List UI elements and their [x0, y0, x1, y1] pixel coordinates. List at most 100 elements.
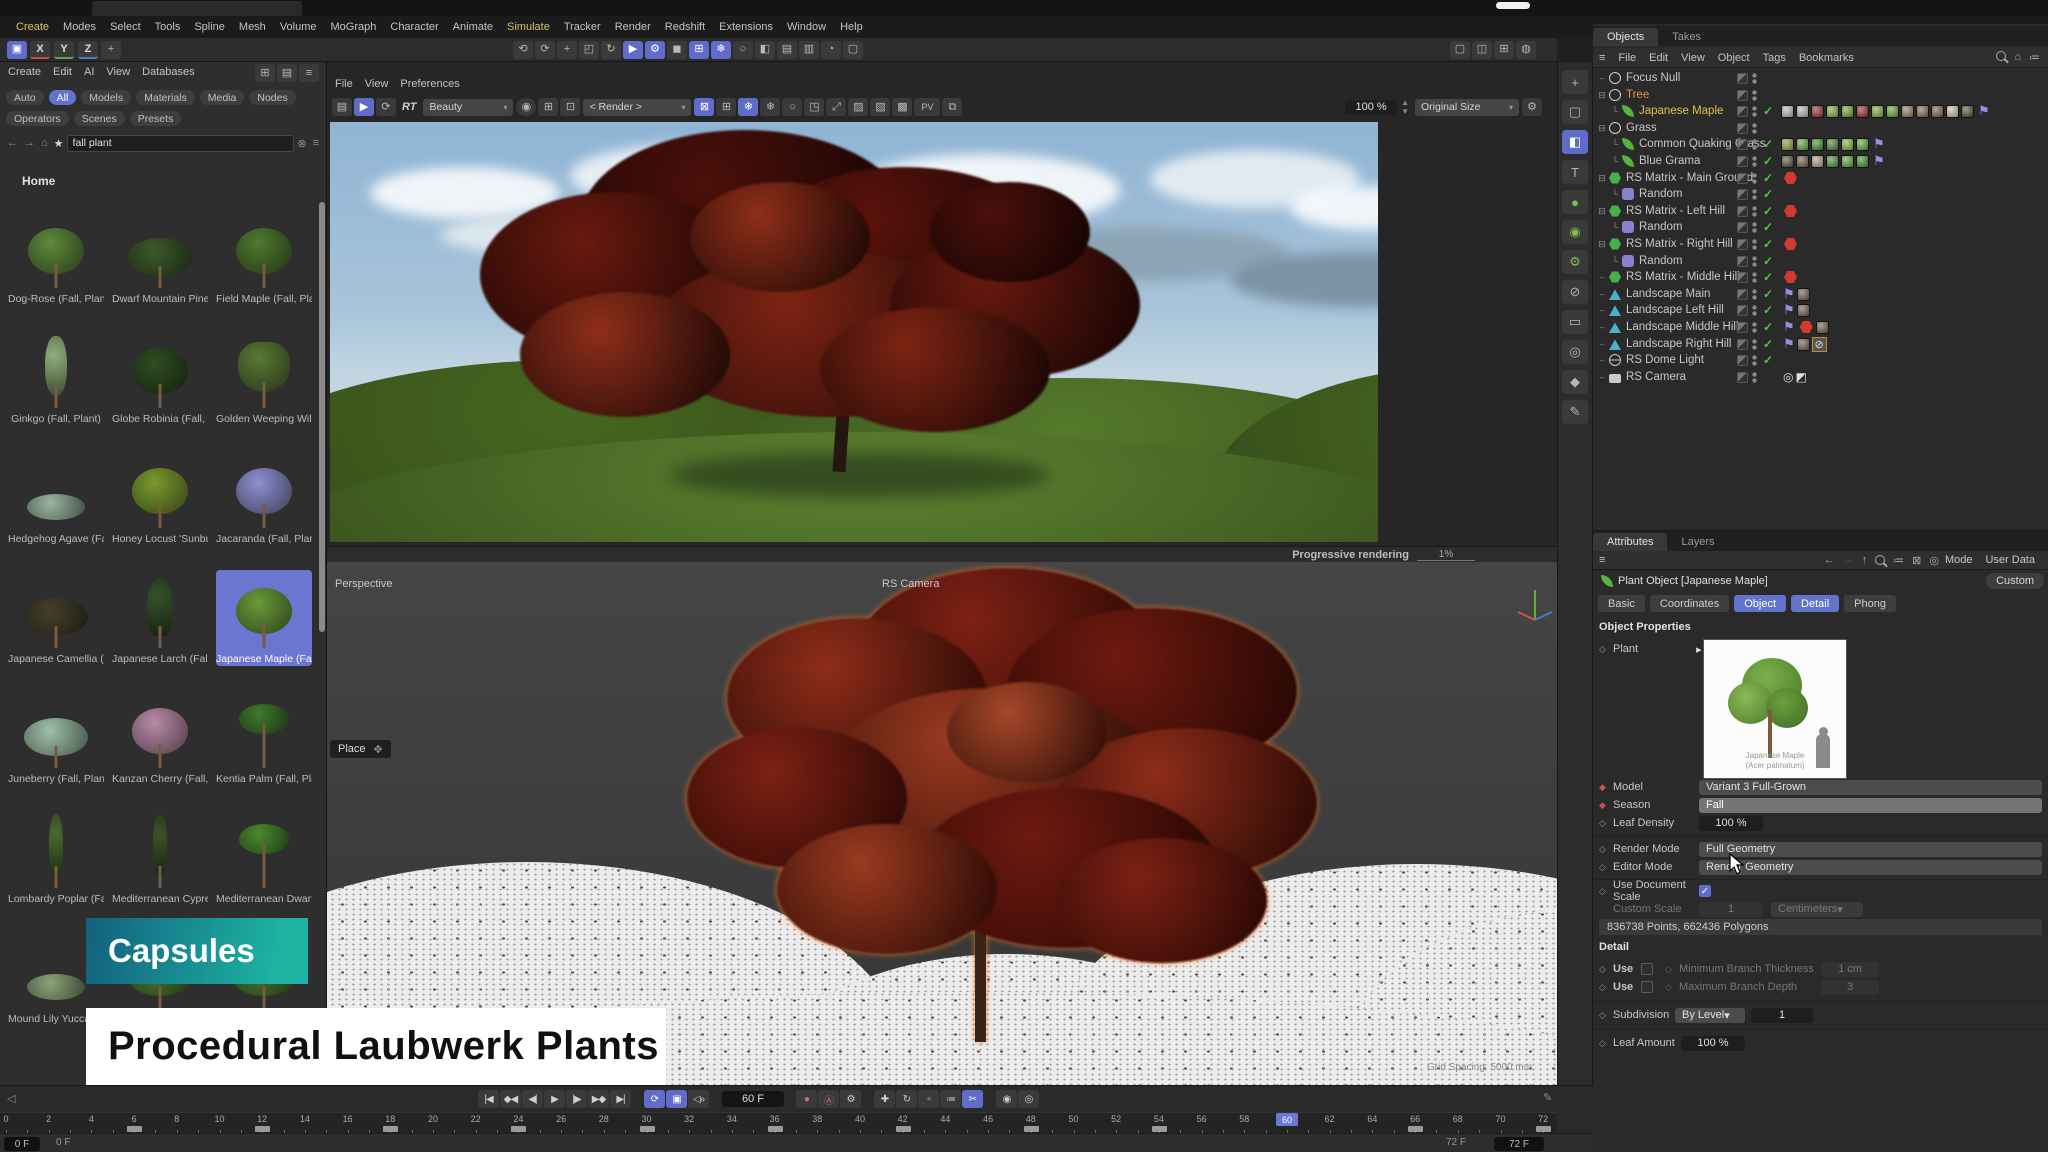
loop-toggle[interactable]: ⟳	[644, 1090, 665, 1108]
asset-options-icon[interactable]: ≡	[313, 137, 319, 149]
menu-extensions[interactable]: Extensions	[719, 21, 773, 33]
render-view-button[interactable]: ▶	[623, 41, 643, 59]
enabled-check-icon[interactable]: ✓	[1763, 154, 1779, 168]
material-tag[interactable]	[1871, 105, 1884, 118]
record-button[interactable]: ●	[796, 1090, 817, 1108]
history-forward-icon[interactable]: →	[1843, 554, 1854, 566]
next-key-button[interactable]: ▶◆	[588, 1090, 609, 1108]
annotate-pen-icon[interactable]: ✎	[1562, 400, 1588, 424]
go-end-button[interactable]: ▶|	[610, 1090, 631, 1108]
subdivision-keyframe-icon[interactable]: ◇	[1599, 1010, 1613, 1021]
season-select[interactable]: Fall	[1699, 798, 2042, 813]
use-max-keyframe-icon[interactable]: ◇	[1599, 982, 1613, 993]
visibility-dots-icon[interactable]	[1752, 206, 1757, 217]
material-tag[interactable]	[1796, 155, 1809, 168]
snap-toggle-icon[interactable]: ❄	[711, 41, 731, 59]
object-name[interactable]: Japanese Maple	[1639, 105, 1723, 117]
visibility-editor-icon[interactable]	[1737, 372, 1748, 383]
attr-menu-mode[interactable]: Mode	[1945, 554, 1973, 566]
playhead[interactable]: 60	[1276, 1113, 1298, 1126]
asset-menu-create[interactable]: Create	[8, 66, 41, 78]
enabled-check-icon[interactable]: ✓	[1763, 303, 1779, 317]
search-input[interactable]	[67, 135, 295, 152]
enabled-check-icon[interactable]: ✓	[1763, 104, 1779, 118]
asset-item[interactable]: Kanzan Cherry (Fall, Pl...	[112, 690, 208, 786]
undo-icon[interactable]: ⟲	[513, 41, 533, 59]
asset-item[interactable]: Mediterranean Cypres...	[112, 810, 208, 906]
attr-tab-basic[interactable]: Basic	[1598, 595, 1645, 612]
visibility-editor-icon[interactable]	[1737, 322, 1748, 333]
om-filter-icon[interactable]: ≔	[2029, 51, 2040, 64]
rv-menu-file[interactable]: File	[335, 78, 353, 90]
menu-animate[interactable]: Animate	[453, 21, 493, 33]
deformer-icon[interactable]: ▥	[799, 41, 819, 59]
menu-render[interactable]: Render	[615, 21, 651, 33]
object-row[interactable]: ⊟Grass	[1593, 120, 2048, 136]
asset-item[interactable]: Japanese Maple (Fall, ...	[216, 570, 312, 666]
start-ipr-button[interactable]: ▶	[354, 98, 374, 116]
object-name[interactable]: Random	[1639, 255, 1682, 267]
material-tag[interactable]	[1826, 138, 1839, 151]
rt-label[interactable]: RT	[402, 101, 416, 113]
asset-item[interactable]: Honey Locust 'Sunbur...	[112, 450, 208, 546]
crop-render-icon[interactable]: ⊡	[560, 98, 580, 116]
list-view-icon[interactable]: ▤	[277, 64, 297, 82]
model-keyframe-icon[interactable]: ◆	[1599, 782, 1613, 793]
editor-mode-select[interactable]: Render Geometry	[1699, 860, 2042, 875]
object-row[interactable]: –Landscape Main✓⚑	[1593, 286, 2048, 302]
visibility-dots-icon[interactable]	[1752, 305, 1757, 316]
start-frame-box[interactable]: 0 F	[4, 1137, 40, 1151]
menu-simulate[interactable]: Simulate	[507, 21, 550, 33]
object-name[interactable]: Grass	[1626, 122, 1657, 134]
visibility-editor-icon[interactable]	[1737, 305, 1748, 316]
material-tag[interactable]	[1856, 105, 1869, 118]
asset-item[interactable]: Mediterranean Dwarf ...	[216, 810, 312, 906]
object-name[interactable]: RS Dome Light	[1626, 354, 1704, 366]
object-row[interactable]: –Landscape Middle Hill✓⚑	[1593, 319, 2048, 335]
attr-filter-icon[interactable]: ≔	[1893, 554, 1904, 567]
material-tag[interactable]	[1961, 105, 1974, 118]
clear-search-icon[interactable]: ⊗	[297, 137, 306, 150]
visibility-editor-icon[interactable]	[1737, 90, 1748, 101]
pass-select[interactable]: Beauty▾	[423, 99, 513, 116]
filter-all[interactable]: All	[49, 90, 77, 105]
annotation-flag-tag[interactable]: ⚑	[1783, 302, 1795, 318]
x-axis-button[interactable]: X	[30, 41, 50, 59]
material-tag[interactable]	[1797, 304, 1810, 317]
document-tab[interactable]	[92, 1, 302, 16]
om-menu-tags[interactable]: Tags	[1763, 52, 1786, 64]
refresh-render-icon[interactable]: ⟳	[376, 98, 396, 116]
material-tag[interactable]	[1856, 155, 1869, 168]
menu-mesh[interactable]: Mesh	[239, 21, 266, 33]
asset-item[interactable]: Dwarf Mountain Pine (...	[112, 210, 208, 306]
solo-single-button[interactable]: ◎	[1018, 1090, 1039, 1108]
workplane-mode-icon[interactable]: ▭	[1562, 310, 1588, 334]
menu-tracker[interactable]: Tracker	[564, 21, 601, 33]
attr-tab-coordinates[interactable]: Coordinates	[1650, 595, 1729, 612]
leaf-density-keyframe-icon[interactable]: ◇	[1599, 818, 1613, 829]
grid-toggle-icon[interactable]: ⊞	[689, 41, 709, 59]
attr-menu-user-data[interactable]: User Data	[1985, 554, 2035, 566]
zoom-stepper[interactable]: ▲▼	[1401, 98, 1409, 116]
material-tag[interactable]	[1797, 288, 1810, 301]
material-tag[interactable]	[1797, 338, 1810, 351]
use-doc-scale-checkbox[interactable]: ✓	[1699, 885, 1711, 897]
redshift-tag[interactable]	[1800, 321, 1813, 334]
menu-tools[interactable]: Tools	[155, 21, 181, 33]
render-settings-gear-icon[interactable]: ⚙	[1522, 98, 1542, 116]
panel-menu-icon[interactable]: ≡	[299, 64, 319, 82]
object-name[interactable]: RS Matrix - Middle Hill	[1626, 271, 1740, 283]
forward-icon[interactable]: →	[24, 137, 35, 149]
menu-window[interactable]: Window	[787, 21, 826, 33]
layout-render-icon[interactable]: ▢	[1450, 41, 1470, 59]
object-name[interactable]: RS Matrix - Right Hill	[1626, 238, 1733, 250]
object-name[interactable]: RS Camera	[1626, 371, 1686, 383]
spline-pen-icon[interactable]: ○	[733, 41, 753, 59]
material-tag[interactable]	[1841, 155, 1854, 168]
prev-key-button[interactable]: ◆◀	[500, 1090, 521, 1108]
plant-preview-thumbnail[interactable]: Japanese Maple (Acer palmatum)	[1703, 639, 1847, 779]
end-frame-box[interactable]: 72 F	[1494, 1137, 1544, 1151]
om-menu-file[interactable]: File	[1618, 52, 1636, 64]
visibility-editor-icon[interactable]	[1737, 339, 1748, 350]
attr-search-icon[interactable]	[1875, 555, 1885, 565]
